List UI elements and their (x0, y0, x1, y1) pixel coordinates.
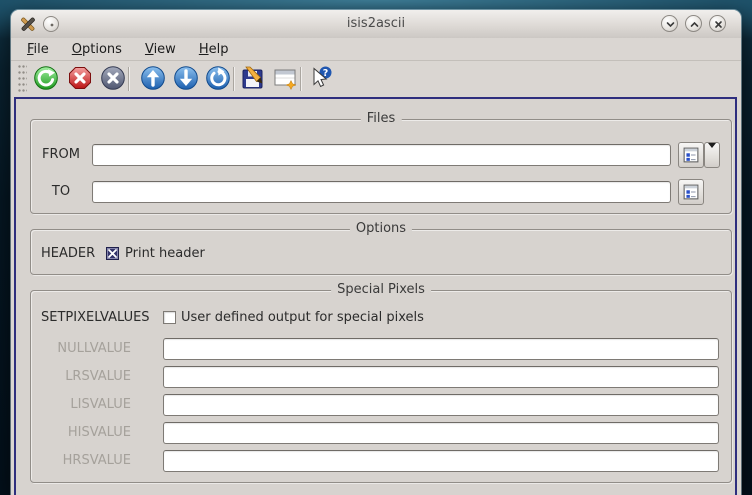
chevron-down-icon (708, 143, 716, 163)
toolbar-separator (233, 67, 234, 91)
files-groupbox: Files FROM TO (30, 119, 732, 214)
from-label: FROM (37, 144, 85, 166)
reset-icon (205, 65, 231, 91)
from-input[interactable] (92, 144, 671, 166)
print-header-checkbox[interactable] (106, 247, 119, 260)
header-label: HEADER (41, 243, 95, 265)
maximize-button[interactable] (685, 15, 702, 32)
hrsvalue-label: HRSVALUE (41, 450, 131, 472)
menu-view[interactable]: View (139, 40, 182, 59)
to-input[interactable] (92, 181, 671, 203)
minimize-button[interactable] (661, 15, 678, 32)
save-log-button[interactable] (240, 65, 266, 91)
new-window-button[interactable] (272, 65, 298, 91)
main-frame: Files FROM TO (14, 97, 737, 495)
exit-icon (100, 65, 126, 91)
toolbar-grip-handle[interactable] (18, 65, 27, 93)
lrsvalue-input[interactable] (163, 366, 719, 388)
exit-button[interactable] (100, 65, 126, 91)
reset-button[interactable] (205, 65, 231, 91)
titlebar[interactable]: isis2ascii (11, 10, 741, 39)
special-pixels-legend: Special Pixels (331, 282, 431, 297)
options-legend: Options (350, 221, 412, 236)
history-down-icon (173, 65, 199, 91)
setpixelvalues-label: SETPIXELVALUES (41, 307, 150, 329)
from-dropdown-button[interactable] (704, 142, 720, 168)
close-button[interactable] (709, 15, 726, 32)
setpixelvalues-checkbox-label[interactable]: User defined output for special pixels (181, 308, 424, 328)
menu-help[interactable]: Help (193, 40, 235, 59)
history-down-button[interactable] (173, 65, 199, 91)
file-browser-icon (683, 147, 699, 163)
hrsvalue-input[interactable] (163, 450, 719, 472)
desktop: isis2ascii File Options View Help (0, 0, 752, 495)
window-title: isis2ascii (11, 10, 741, 38)
setpixelvalues-checkbox[interactable] (163, 311, 176, 324)
toolbar-separator (128, 67, 129, 91)
check-x-icon (107, 248, 118, 259)
lisvalue-input[interactable] (163, 394, 719, 416)
stop-icon (67, 65, 93, 91)
special-pixels-groupbox: Special Pixels SETPIXELVALUES User defin… (30, 290, 732, 483)
whats-this-button[interactable]: ? (307, 65, 333, 91)
menu-options[interactable]: Options (66, 40, 128, 59)
toolbar-separator (300, 67, 301, 91)
toolbar: ? (11, 61, 741, 97)
new-window-icon (272, 65, 298, 91)
nullvalue-label: NULLVALUE (41, 338, 131, 360)
nullvalue-input[interactable] (163, 338, 719, 360)
to-browse-button[interactable] (678, 179, 704, 205)
hisvalue-input[interactable] (163, 422, 719, 444)
stop-button[interactable] (67, 65, 93, 91)
hisvalue-label: HISVALUE (41, 422, 131, 444)
print-header-checkbox-label[interactable]: Print header (125, 244, 205, 264)
to-label: TO (37, 181, 85, 203)
menu-file[interactable]: File (21, 40, 55, 59)
history-up-button[interactable] (140, 65, 166, 91)
options-groupbox: Options HEADER Print header (30, 229, 732, 275)
history-up-icon (140, 65, 166, 91)
save-log-icon (240, 65, 266, 91)
file-browser-icon (683, 184, 699, 200)
whats-this-icon: ? (307, 65, 333, 91)
from-browse-button[interactable] (678, 142, 704, 168)
files-legend: Files (361, 111, 402, 126)
run-icon (33, 65, 59, 91)
menubar: File Options View Help (11, 38, 741, 61)
lrsvalue-label: LRSVALUE (41, 366, 131, 388)
lisvalue-label: LISVALUE (41, 394, 131, 416)
run-button[interactable] (33, 65, 59, 91)
